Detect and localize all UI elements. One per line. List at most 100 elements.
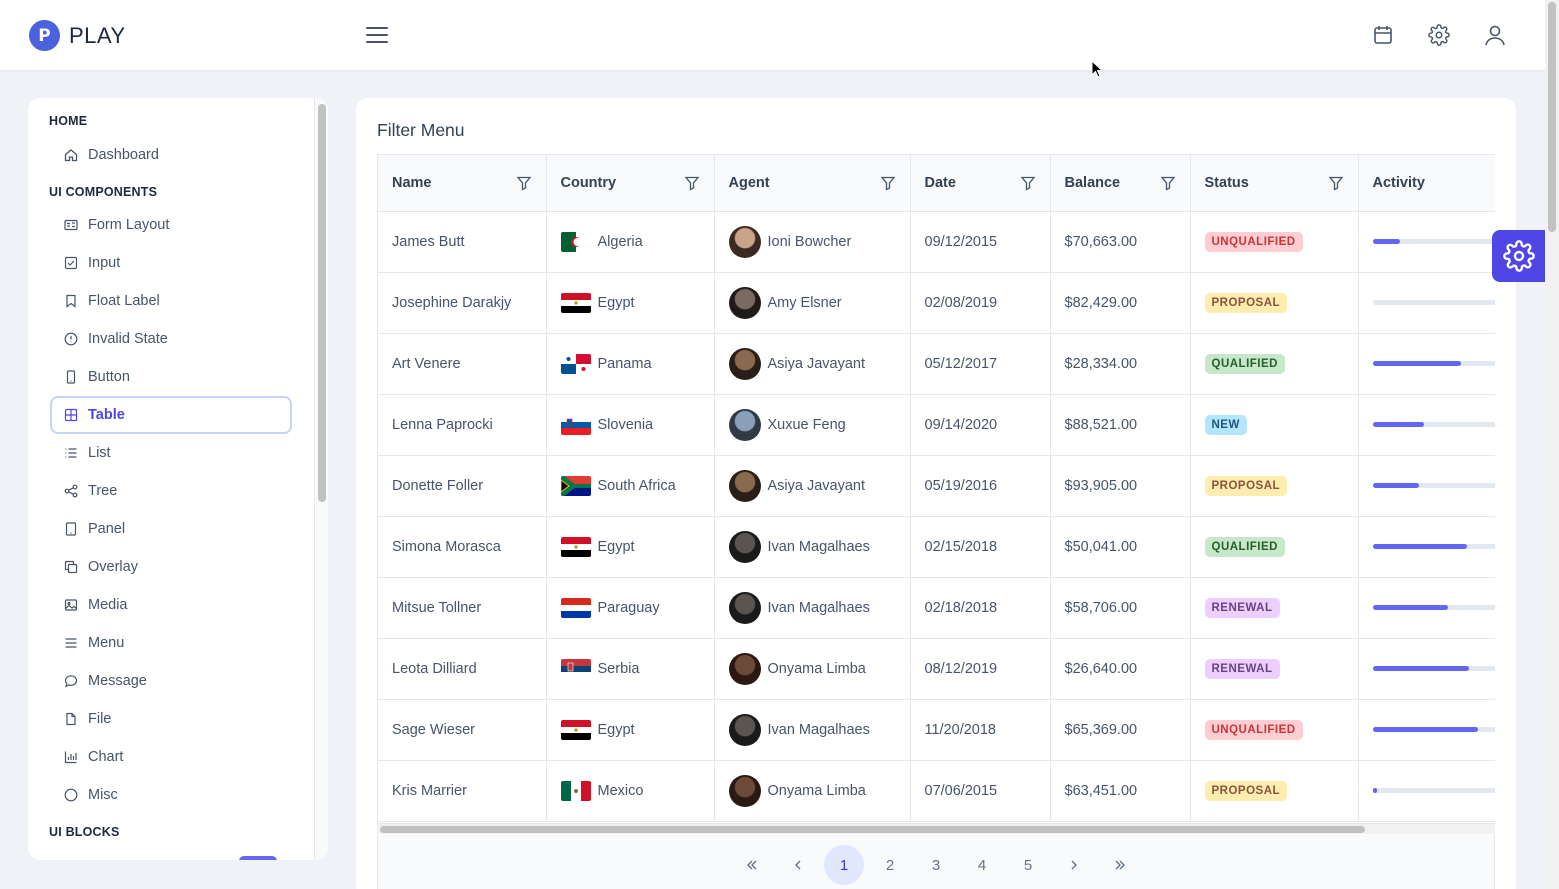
cell-activity (1358, 333, 1495, 395)
cell-country: South Africa (546, 455, 715, 517)
status-badge: NEW (1204, 414, 1247, 435)
cell-status: PROPOSAL (1190, 760, 1359, 822)
sidebar-item-label: Button (88, 369, 130, 385)
cell-country: Mexico (546, 760, 715, 822)
sidebar-item-tree[interactable]: Tree (50, 473, 290, 509)
next-page-button[interactable] (1054, 845, 1094, 885)
cell-activity (1358, 394, 1495, 456)
first-page-button[interactable] (732, 845, 772, 885)
cell-status: PROPOSAL (1190, 272, 1359, 334)
table-row[interactable]: James Butt Algeria Ioni Bowcher 09/12/2015 $… (378, 211, 1495, 273)
balance-value: $63,451.00 (1064, 782, 1138, 799)
column-header-status[interactable]: Status (1190, 155, 1359, 212)
cell-activity (1358, 516, 1495, 578)
sidebar-item-label: Invalid State (88, 331, 168, 347)
page-button-3[interactable]: 3 (916, 845, 956, 885)
table-row[interactable]: Art Venere Panama Asiya Javayant 05/12/2017… (378, 333, 1495, 395)
country-name: Slovenia (597, 416, 654, 433)
menu-toggle-button[interactable] (364, 22, 390, 48)
column-header-date[interactable]: Date (910, 155, 1051, 212)
sidebar-item-label: List (88, 445, 111, 461)
sidebar-item-invalid-state[interactable]: Invalid State (50, 321, 290, 357)
balance-value: $26,640.00 (1064, 660, 1138, 677)
filter-icon[interactable] (516, 175, 532, 191)
filter-icon[interactable] (880, 175, 896, 191)
sidebar-item-panel[interactable]: Panel (50, 511, 290, 547)
layout-config-button[interactable] (1492, 230, 1545, 282)
sidebar-item-label: Form Layout (88, 217, 170, 233)
sidebar-item-message[interactable]: Message (50, 663, 290, 699)
table-scrollbar-thumb[interactable] (380, 826, 1365, 833)
page-button-1[interactable]: 1 (824, 845, 864, 885)
profile-button[interactable] (1482, 22, 1508, 48)
table-row[interactable]: Mitsue Tollner Paraguay Ivan Magalhaes 02/1… (378, 577, 1495, 639)
column-header-country[interactable]: Country (546, 155, 715, 212)
page-button-4[interactable]: 4 (962, 845, 1002, 885)
logo[interactable]: P PLAY (29, 20, 126, 51)
card-title: Filter Menu (377, 120, 465, 140)
country-name: South Africa (597, 477, 676, 494)
filter-icon[interactable] (1160, 175, 1176, 191)
column-header-balance[interactable]: Balance (1050, 155, 1191, 212)
sidebar-item-input[interactable]: Input (50, 245, 290, 281)
sidebar-scrollbar-thumb[interactable] (318, 104, 326, 502)
sidebar-item-dashboard[interactable]: Dashboard (50, 137, 290, 173)
table-row[interactable]: Donette Foller South Africa Asiya Javayant… (378, 455, 1495, 517)
status-badge: UNQUALIFIED (1204, 231, 1303, 252)
table-row[interactable]: Sage Wieser Egypt Ivan Magalhaes 11/20/2018… (378, 699, 1495, 761)
sidebar-item-overlay[interactable]: Overlay (50, 549, 290, 585)
sidebar-scrollbar[interactable] (314, 98, 328, 860)
date-value: 05/12/2017 (924, 355, 998, 372)
filter-icon[interactable] (1020, 175, 1036, 191)
home-icon (64, 148, 78, 162)
sidebar-item-file[interactable]: File (50, 701, 290, 737)
column-header-agent[interactable]: Agent (714, 155, 911, 212)
page-button-2[interactable]: 2 (870, 845, 910, 885)
sidebar-item-label: Dashboard (88, 147, 159, 163)
prev-page-button[interactable] (778, 845, 818, 885)
filter-icon[interactable] (684, 175, 700, 191)
avatar (728, 286, 761, 319)
table-card: Filter Menu Name Country Agent Date Bala… (356, 98, 1516, 889)
activity-progress-fill (1372, 727, 1479, 732)
sidebar-item-float-label[interactable]: Float Label (50, 283, 290, 319)
cell-balance: $88,521.00 (1050, 394, 1191, 456)
sidebar-item-form-layout[interactable]: Form Layout (50, 207, 290, 243)
sidebar-item-misc[interactable]: Misc (50, 777, 290, 813)
flag-icon (560, 597, 591, 618)
sidebar-item-table[interactable]: Table (50, 396, 292, 434)
bars-icon (366, 27, 388, 43)
sidebar-item-chart[interactable]: Chart (50, 739, 290, 775)
sidebar-item-menu[interactable]: Menu (50, 625, 290, 661)
page-scrollbar-thumb[interactable] (1548, 2, 1556, 232)
table-row[interactable]: Lenna Paprocki Slovenia Xuxue Feng 09/14/20… (378, 394, 1495, 456)
page-scrollbar[interactable] (1545, 0, 1559, 889)
table-row[interactable]: Josephine Darakjy Egypt Amy Elsner 02/08/20… (378, 272, 1495, 334)
sidebar-item-button[interactable]: Button (50, 359, 290, 395)
agent-name: Amy Elsner (767, 294, 842, 311)
calendar-button[interactable] (1370, 22, 1396, 48)
column-header-label: Balance (1064, 174, 1121, 191)
list-icon (64, 446, 78, 460)
activity-progress-fill (1372, 361, 1461, 366)
column-header-name[interactable]: Name (378, 155, 547, 212)
cell-date: 02/08/2019 (910, 272, 1051, 334)
table-horizontal-scrollbar[interactable] (377, 824, 1495, 834)
cell-agent: Ioni Bowcher (714, 211, 911, 273)
cell-status: RENEWAL (1190, 577, 1359, 639)
agent-name: Ivan Magalhaes (767, 538, 870, 555)
filter-icon[interactable] (1328, 175, 1344, 191)
page-button-5[interactable]: 5 (1008, 845, 1048, 885)
activity-progressbar (1372, 300, 1495, 305)
table-row[interactable]: Simona Morasca Egypt Ivan Magalhaes 02/15/2… (378, 516, 1495, 578)
file-icon (64, 712, 78, 726)
table-row[interactable]: Leota Dilliard Serbia Onyama Limba 08/12/20… (378, 638, 1495, 700)
table-row[interactable]: Kris Marrier Mexico Onyama Limba 07/06/2015… (378, 760, 1495, 822)
settings-button[interactable] (1426, 22, 1452, 48)
last-page-button[interactable] (1100, 845, 1140, 885)
activity-progressbar (1372, 422, 1495, 427)
agent-name: Ivan Magalhaes (767, 721, 870, 738)
sidebar-item-media[interactable]: Media (50, 587, 290, 623)
column-header-activity[interactable]: Activity (1358, 155, 1495, 212)
sidebar-item-list[interactable]: List (50, 435, 290, 471)
